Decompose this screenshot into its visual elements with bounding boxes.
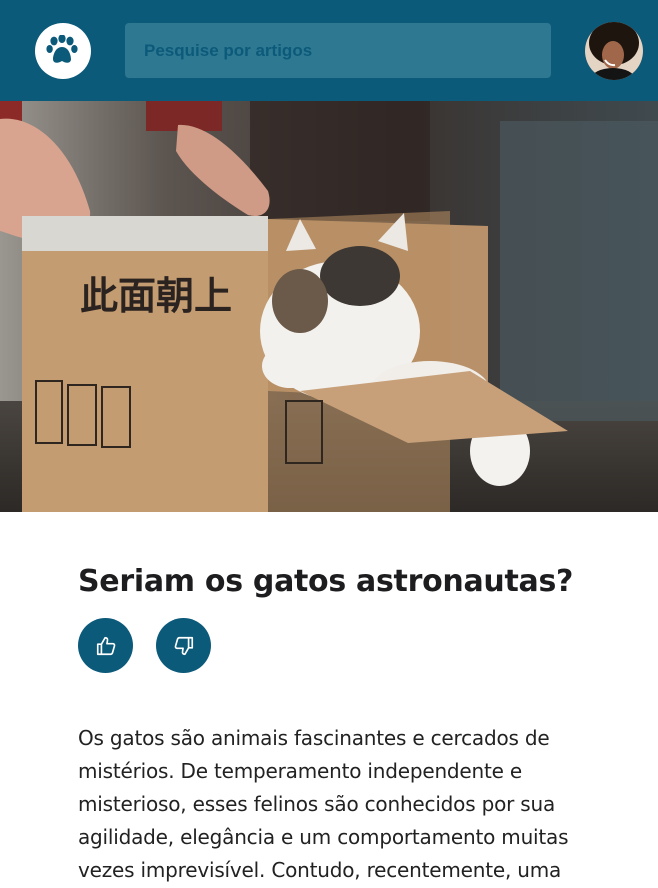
top-bar (0, 0, 658, 101)
like-button[interactable] (78, 618, 133, 673)
article-title: Seriam os gatos astronautas? (78, 564, 574, 599)
thumbs-down-icon (174, 636, 193, 655)
dislike-button[interactable] (156, 618, 211, 673)
thumbs-up-icon (96, 636, 115, 655)
article-content: Seriam os gatos astronautas? (78, 560, 588, 673)
paw-logo-icon[interactable] (35, 23, 91, 79)
user-avatar[interactable] (585, 22, 643, 80)
hero-image: 此面朝上 (0, 101, 658, 512)
avatar-image (585, 22, 643, 80)
search-input[interactable] (125, 23, 551, 78)
article-body: Os gatos são animais fascinantes e cerca… (78, 726, 569, 882)
cat-in-box-photo: 此面朝上 (0, 101, 658, 512)
paw-icon (46, 35, 78, 63)
box-print-text: 此面朝上 (80, 274, 232, 318)
